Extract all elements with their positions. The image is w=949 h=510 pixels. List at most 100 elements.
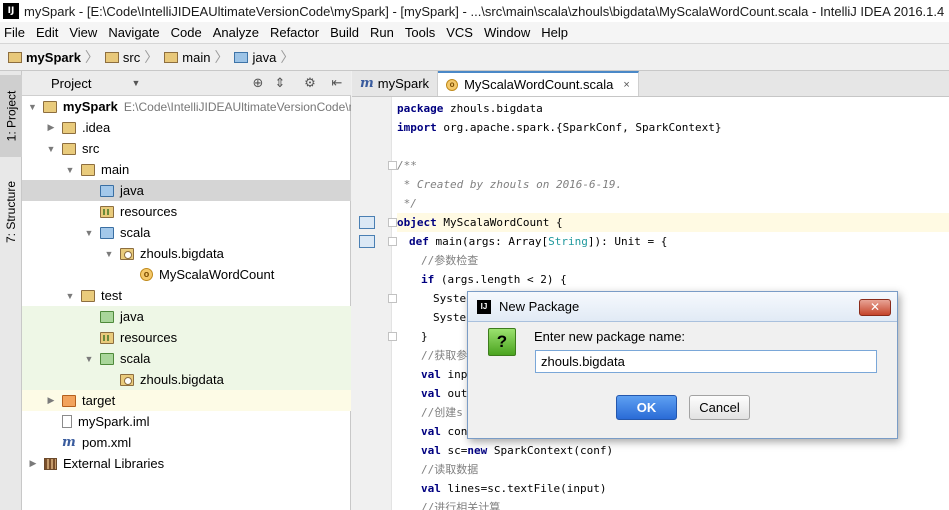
dialog-close-button[interactable]: ✕ xyxy=(859,299,891,316)
tree-item-test[interactable]: ▼ test xyxy=(22,285,351,306)
project-panel-header: Project ▼ ⊕ ⇕ ⚙ ⇤ xyxy=(22,71,351,96)
menu-code[interactable]: Code xyxy=(171,25,202,40)
tree-item-main-java[interactable]: java xyxy=(22,180,351,201)
intellij-logo-icon: IJ xyxy=(477,299,491,314)
tree-item-test-package[interactable]: zhouls.bigdata xyxy=(22,369,351,390)
tree-item-test-scala[interactable]: ▼ scala xyxy=(22,348,351,369)
gear-icon[interactable]: ⚙ xyxy=(303,76,317,90)
menu-navigate[interactable]: Navigate xyxy=(108,25,159,40)
tree-item-iml[interactable]: mySpark.iml xyxy=(22,411,351,432)
menu-window[interactable]: Window xyxy=(484,25,530,40)
code-line: * Created by zhouls on 2016-6-19. xyxy=(397,178,623,191)
dropdown-caret-icon[interactable]: ▼ xyxy=(131,78,140,88)
fold-marker-icon[interactable] xyxy=(388,294,397,303)
libraries-icon xyxy=(44,457,57,470)
dialog-title: New Package xyxy=(499,299,580,314)
left-tool-strip: 1: Project 7: Structure xyxy=(0,71,22,510)
hide-panel-icon[interactable]: ⇤ xyxy=(330,76,344,90)
breadcrumb-item-src[interactable]: src 〉 xyxy=(104,47,164,67)
breadcrumb-item-main[interactable]: main 〉 xyxy=(164,47,234,67)
code-line: //参数检查 xyxy=(421,254,479,267)
module-file-icon xyxy=(62,415,72,428)
menu-help[interactable]: Help xyxy=(541,25,568,40)
expanded-arrow-icon[interactable]: ▼ xyxy=(28,102,37,112)
menu-refactor[interactable]: Refactor xyxy=(270,25,319,40)
package-icon xyxy=(120,373,134,386)
run-gutter-icon[interactable] xyxy=(359,216,375,229)
menu-build[interactable]: Build xyxy=(330,25,359,40)
chevron-right-icon: 〉 xyxy=(214,49,229,65)
ok-button[interactable]: OK xyxy=(616,395,677,420)
expanded-arrow-icon[interactable]: ▼ xyxy=(104,249,114,259)
expanded-arrow-icon[interactable]: ▼ xyxy=(65,165,75,175)
code-line: import org.apache.spark.{SparkConf, Spar… xyxy=(397,121,722,134)
fold-marker-icon[interactable] xyxy=(388,332,397,341)
collapsed-arrow-icon[interactable]: ▶ xyxy=(46,122,56,133)
code-line: val sc=new SparkContext(conf) xyxy=(421,444,614,457)
tree-item-test-java[interactable]: java xyxy=(22,306,351,327)
package-name-input[interactable] xyxy=(535,350,877,373)
tree-item-main-package[interactable]: ▼ zhouls.bigdata xyxy=(22,243,351,264)
test-resources-folder-icon xyxy=(100,331,114,344)
breadcrumb-item-myspark[interactable]: mySpark 〉 xyxy=(8,47,105,67)
tree-item-pom[interactable]: m pom.xml xyxy=(22,432,351,453)
scala-object-icon: o xyxy=(140,268,153,281)
project-view-selector[interactable]: Project xyxy=(51,76,91,91)
menu-bar: File Edit View Navigate Code Analyze Ref… xyxy=(0,22,949,43)
title-bar: IJ mySpark - [E:\Code\IntelliJIDEAUltima… xyxy=(0,0,949,22)
expanded-arrow-icon[interactable]: ▼ xyxy=(65,291,75,301)
source-folder-icon xyxy=(234,51,249,63)
breadcrumb-item-java[interactable]: java 〉 xyxy=(234,47,300,67)
tree-item-idea[interactable]: ▶ .idea xyxy=(22,117,351,138)
menu-run[interactable]: Run xyxy=(370,25,394,40)
menu-tools[interactable]: Tools xyxy=(405,25,435,40)
tree-item-main-resources[interactable]: resources xyxy=(22,201,351,222)
scala-object-icon: o xyxy=(446,78,459,91)
collapsed-arrow-icon[interactable]: ▶ xyxy=(46,395,56,406)
editor-tab-bar: m mySpark o MyScalaWordCount.scala × xyxy=(352,71,949,97)
tool-tab-structure[interactable]: 7: Structure xyxy=(0,167,22,257)
tree-item-main[interactable]: ▼ main xyxy=(22,159,351,180)
test-folder-icon xyxy=(100,352,114,365)
fold-marker-icon[interactable] xyxy=(388,161,397,170)
resources-folder-icon xyxy=(100,205,114,218)
menu-vcs[interactable]: VCS xyxy=(446,25,473,40)
expanded-arrow-icon[interactable]: ▼ xyxy=(46,144,56,154)
cancel-button[interactable]: Cancel xyxy=(689,395,750,420)
fold-marker-icon[interactable] xyxy=(388,218,397,227)
tab-myscalawordcount[interactable]: o MyScalaWordCount.scala × xyxy=(438,71,639,96)
folder-icon xyxy=(62,121,76,134)
code-line: //读取数据 xyxy=(421,463,479,476)
maven-icon: m xyxy=(360,76,374,91)
menu-file[interactable]: File xyxy=(4,25,25,40)
package-name-label: Enter new package name: xyxy=(534,329,686,344)
collapse-all-icon[interactable]: ⇕ xyxy=(273,76,287,90)
package-icon xyxy=(120,247,134,260)
editor-gutter xyxy=(352,97,397,510)
tree-item-myspark[interactable]: ▼ mySpark E:\Code\IntelliJIDEAUltimateVe… xyxy=(22,96,351,117)
collapsed-arrow-icon[interactable]: ▶ xyxy=(28,458,38,469)
close-icon[interactable]: × xyxy=(623,79,629,91)
new-package-dialog: IJ New Package ✕ ? Enter new package nam… xyxy=(467,291,898,439)
project-folder-icon xyxy=(8,51,22,63)
test-folder-icon xyxy=(100,310,114,323)
tree-item-src[interactable]: ▼ src xyxy=(22,138,351,159)
tree-item-main-scala[interactable]: ▼ scala xyxy=(22,222,351,243)
intellij-logo-icon: IJ xyxy=(3,3,19,19)
fold-marker-icon[interactable] xyxy=(388,237,397,246)
tree-item-myscalawordcount[interactable]: o MyScalaWordCount xyxy=(22,264,351,285)
tree-item-target[interactable]: ▶ target xyxy=(22,390,351,411)
tab-myspark[interactable]: m mySpark xyxy=(352,71,439,96)
run-gutter-icon[interactable] xyxy=(359,235,375,248)
menu-view[interactable]: View xyxy=(69,25,97,40)
menu-edit[interactable]: Edit xyxy=(36,25,58,40)
code-line: //进行相关计算 xyxy=(421,501,501,510)
expanded-arrow-icon[interactable]: ▼ xyxy=(84,228,94,238)
tool-tab-project[interactable]: 1: Project xyxy=(0,75,22,157)
target-icon[interactable]: ⊕ xyxy=(251,76,265,90)
menu-analyze[interactable]: Analyze xyxy=(213,25,259,40)
tree-item-test-resources[interactable]: resources xyxy=(22,327,351,348)
tree-item-external-libraries[interactable]: ▶ External Libraries xyxy=(22,453,351,474)
expanded-arrow-icon[interactable]: ▼ xyxy=(84,354,94,364)
question-icon: ? xyxy=(488,328,516,356)
